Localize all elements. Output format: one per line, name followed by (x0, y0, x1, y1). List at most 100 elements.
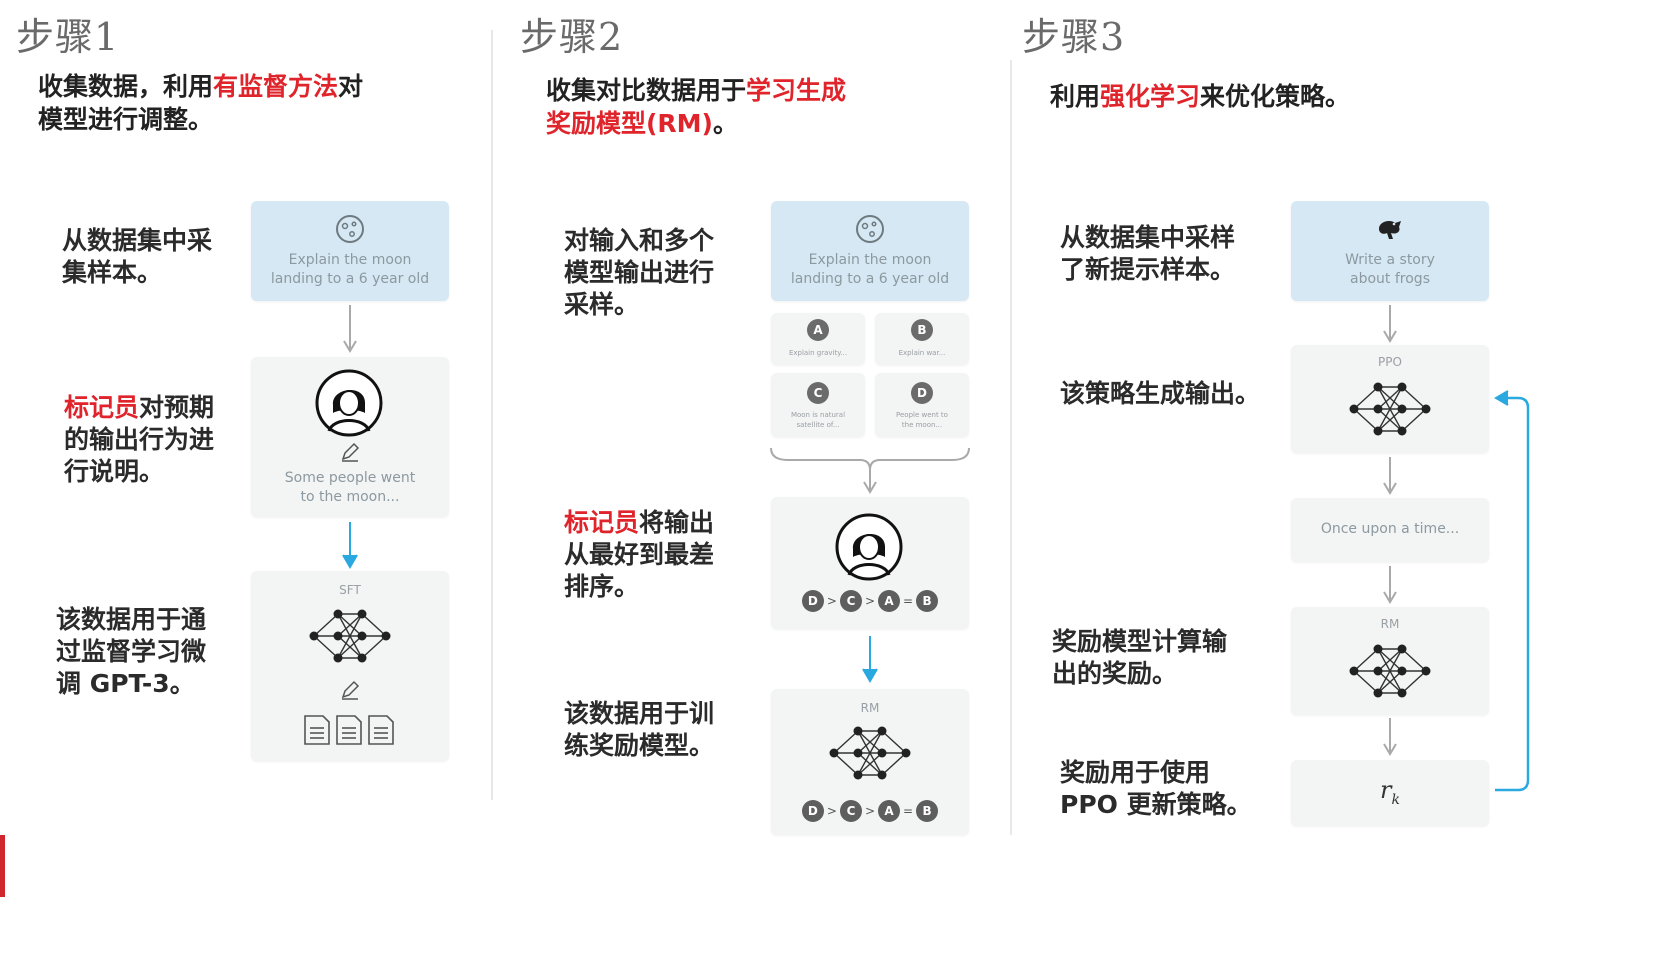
network-node (1349, 666, 1359, 676)
step1-heading: 收集数据，利用有监督方法对 模型进行调整。 (38, 70, 363, 136)
network-edge (1353, 408, 1379, 432)
ranking-card: D > C > A = B (771, 497, 969, 629)
network-edge (833, 730, 859, 754)
edge-red-marker (0, 835, 5, 897)
demonstration-card: Some people went to the moon... (251, 357, 449, 517)
gray-arrow (1383, 566, 1397, 604)
frog-icon (1379, 221, 1401, 239)
network-node (1397, 644, 1407, 654)
rank-badge-b: B (916, 800, 939, 822)
rm-card: RM (1291, 607, 1489, 715)
network-node (853, 726, 863, 736)
gray-arrow (1383, 457, 1397, 495)
network-edge (1401, 408, 1427, 432)
rank-operator: > (864, 594, 876, 608)
network-node (1373, 426, 1383, 436)
heading-text: 收集对比数据用于 (546, 76, 747, 105)
network-node (333, 653, 343, 663)
reward-card: rk (1291, 760, 1489, 826)
network-node (1421, 404, 1431, 414)
network-node (877, 748, 887, 758)
heading-text: 对 (338, 72, 364, 101)
step1-label-sample: 从数据集中采 集样本。 (62, 226, 213, 287)
step1-label-finetune: 该数据用于通 过监督学习微 调 GPT-3。 (56, 605, 207, 698)
network-node (1373, 666, 1383, 676)
moon-icon (856, 215, 884, 243)
output-badge: C (807, 382, 829, 404)
rank-badge-d: D (801, 590, 824, 612)
step3-label-policy: 该策略生成输出。 (1060, 379, 1261, 408)
reward-symbol: r (1380, 776, 1392, 804)
output-badge: A (807, 319, 829, 341)
blue-arrow (862, 636, 878, 683)
step2-label-sample: 对输入和多个 模型输出进行 采样。 (564, 226, 715, 319)
output-card-d: D People went to the moon... (875, 373, 969, 437)
heading-text: 。 (712, 109, 738, 138)
heading-highlight: 奖励模型(RM) (546, 109, 713, 138)
network-node (829, 748, 839, 758)
step3-title: 步骤3 (1022, 15, 1126, 59)
network-edge (881, 730, 907, 754)
heading-text: 利用 (1050, 82, 1101, 111)
network-node (381, 631, 391, 641)
model-label: PPO (1378, 355, 1402, 369)
reward-subscript: k (1391, 791, 1400, 808)
label-text: 从最好到最差 排序。 (564, 540, 715, 601)
pencil-icon (341, 680, 360, 700)
rank-operator: > (864, 804, 876, 818)
network-node (1373, 404, 1383, 414)
step3-heading: 利用强化学习来优化策略。 (1050, 80, 1350, 113)
output-text: Explain war... (898, 349, 946, 357)
rank-badge-c: C (839, 800, 862, 822)
network-edge (1401, 670, 1427, 694)
gray-arrow (343, 305, 357, 353)
labeler-avatar-icon (315, 369, 383, 437)
rm-model-card: RM D > C > A = B (771, 689, 969, 835)
step3-label-update: 奖励用于使用 PPO 更新策略。 (1060, 758, 1252, 819)
heading-text: 来优化策略。 (1200, 82, 1351, 111)
network-node (877, 770, 887, 780)
label-highlight: 标记员 (64, 393, 140, 422)
network-edge (1353, 648, 1379, 672)
network-node (1397, 688, 1407, 698)
prompt-card: Explain the moon landing to a 6 year old (251, 201, 449, 301)
step2-heading: 收集对比数据用于学习生成 奖励模型(RM)。 (546, 74, 846, 140)
network-node (1421, 666, 1431, 676)
heading-text: 收集数据，利用 (38, 72, 214, 101)
blue-arrow (342, 522, 358, 569)
heading-text: 模型进行调整。 (38, 105, 214, 134)
documents-icon (304, 715, 394, 745)
prompt-text: Write a story about frogs (1345, 252, 1435, 287)
column-divider (491, 30, 493, 800)
rank-badge-a: A (878, 800, 901, 822)
output-badge: B (911, 319, 933, 341)
network-node (333, 609, 343, 619)
output-text: People went to the moon... (896, 411, 948, 429)
rank-operator: > (826, 804, 837, 818)
network-edge (313, 613, 339, 637)
step1-label-labeler: 标记员对预期 的输出行为进 行说明。 (64, 392, 214, 488)
network-edge (1353, 670, 1379, 694)
output-text: Moon is natural satellite of... (790, 411, 846, 429)
bracket-arrow (770, 447, 970, 494)
neural-network-icon (309, 609, 391, 663)
output-card-b: B Explain war... (875, 313, 969, 365)
rank-operator: = (903, 804, 914, 818)
demonstration-text: Some people went to the moon... (284, 470, 416, 505)
network-node (357, 609, 367, 619)
gray-arrow (1383, 718, 1397, 756)
network-edge (361, 613, 387, 637)
model-label: RM (860, 701, 880, 715)
network-node (853, 770, 863, 780)
network-node (1373, 382, 1383, 392)
rank-badge-d: D (801, 800, 824, 822)
network-node (1397, 404, 1407, 414)
reward-value: rk (1291, 776, 1489, 808)
feedback-loop-arrow (1494, 390, 1530, 792)
ranking-row: D > C > A = B (793, 799, 947, 823)
neural-network-icon (829, 726, 911, 780)
prompt-text: Explain the moon landing to a 6 year old (790, 252, 950, 287)
labeler-avatar-icon (835, 513, 903, 581)
label-highlight: 标记员 (564, 508, 640, 537)
network-node (1397, 426, 1407, 436)
